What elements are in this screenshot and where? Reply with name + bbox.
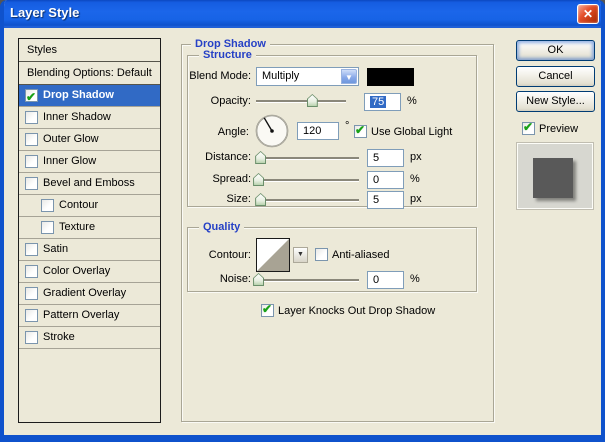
angle-input[interactable]: 120: [297, 122, 339, 140]
sidebar-item-inner-shadow[interactable]: Inner Shadow: [19, 107, 160, 129]
preview-layer-square: [533, 158, 573, 198]
structure-group-title: Structure: [199, 49, 256, 61]
opacity-value: 75: [370, 96, 387, 108]
distance-value: 5: [373, 152, 380, 164]
sidebar-item-blending-options-default[interactable]: Blending Options: Default: [19, 62, 160, 85]
sidebar-item-label: Blending Options: Default: [27, 67, 152, 79]
preview-thumbnail: [517, 143, 593, 209]
checkbox[interactable]: [25, 155, 38, 168]
use-global-light-label: Use Global Light: [371, 126, 453, 138]
spread-input[interactable]: 0: [367, 171, 404, 189]
angle-dial[interactable]: [254, 113, 290, 149]
angle-value: 120: [303, 125, 322, 137]
noise-label: Noise:: [219, 273, 251, 285]
cancel-button[interactable]: Cancel: [516, 66, 595, 87]
anti-aliased-checkbox[interactable]: [315, 248, 328, 261]
sidebar-item-label: Inner Glow: [43, 155, 97, 167]
sidebar-item-drop-shadow[interactable]: Drop Shadow: [19, 85, 160, 108]
blend-mode-label: Blend Mode:: [189, 70, 251, 82]
sidebar-item-outer-glow[interactable]: Outer Glow: [19, 129, 160, 151]
sidebar-item-label: Satin: [43, 243, 69, 255]
noise-value: 0: [373, 274, 380, 286]
styles-list: Styles Blending Options: Default Drop Shad…: [18, 38, 161, 423]
sidebar-item-contour[interactable]: Contour: [19, 195, 160, 217]
contour-linear-icon: [257, 239, 289, 271]
shadow-color-swatch[interactable]: [367, 68, 414, 86]
spread-slider[interactable]: [253, 173, 359, 186]
sidebar-item-label: Texture: [59, 221, 96, 233]
size-slider[interactable]: [255, 193, 359, 206]
sidebar-item-label: Bevel and Emboss: [43, 177, 135, 189]
checkbox[interactable]: [25, 87, 38, 108]
chevron-down-icon[interactable]: ▼: [341, 69, 357, 84]
sidebar-item-label: Styles: [27, 44, 57, 56]
layer-knocks-out-label: Layer Knocks Out Drop Shadow: [278, 305, 436, 317]
checkbox[interactable]: [25, 133, 38, 146]
blend-mode-dropdown[interactable]: Multiply ▼: [256, 67, 359, 86]
sidebar-item-color-overlay[interactable]: Color Overlay: [19, 261, 160, 283]
layer-style-dialog: Layer Style ✕ Styles Blending Options: De…: [0, 0, 605, 442]
opacity-input[interactable]: 75: [364, 93, 401, 111]
window-title: Layer Style: [10, 5, 80, 20]
use-global-light-checkbox[interactable]: [354, 123, 367, 138]
sidebar-item-label: Gradient Overlay: [43, 287, 127, 299]
distance-input[interactable]: 5: [367, 149, 404, 167]
sidebar-item-label: Outer Glow: [43, 133, 99, 145]
sidebar-item-label: Stroke: [43, 331, 75, 343]
distance-unit: px: [410, 151, 422, 163]
size-input[interactable]: 5: [367, 191, 404, 209]
quality-group-title: Quality: [199, 221, 245, 233]
spread-label: Spread:: [212, 173, 251, 185]
contour-dropdown-arrow-icon[interactable]: ▼: [293, 247, 308, 263]
distance-slider[interactable]: [255, 151, 359, 164]
sidebar-item-bevel-and-emboss[interactable]: Bevel and Emboss: [19, 173, 160, 195]
noise-unit: %: [410, 273, 420, 285]
contour-picker[interactable]: [256, 238, 290, 272]
close-icon[interactable]: ✕: [577, 4, 599, 24]
opacity-label: Opacity:: [210, 95, 251, 107]
sidebar-item-label: Color Overlay: [43, 265, 111, 277]
checkbox[interactable]: [25, 243, 38, 256]
sidebar-item-gradient-overlay[interactable]: Gradient Overlay: [19, 283, 160, 305]
sidebar-item-satin[interactable]: Satin: [19, 239, 160, 261]
ok-button[interactable]: OK: [516, 40, 595, 61]
noise-input[interactable]: 0: [367, 271, 404, 289]
spread-value: 0: [373, 174, 380, 186]
spread-unit: %: [410, 173, 420, 185]
distance-label: Distance:: [205, 151, 251, 163]
size-value: 5: [373, 194, 380, 206]
checkbox[interactable]: [41, 199, 54, 212]
angle-label: Angle:: [217, 126, 249, 138]
sidebar-item-styles[interactable]: Styles: [19, 39, 160, 62]
size-unit: px: [410, 193, 422, 205]
sidebar-item-label: Drop Shadow: [43, 89, 114, 101]
opacity-unit: %: [407, 95, 417, 107]
sidebar-item-pattern-overlay[interactable]: Pattern Overlay: [19, 305, 160, 327]
checkbox[interactable]: [41, 221, 54, 234]
size-label: Size:: [226, 193, 251, 205]
blend-mode-value: Multiply: [262, 70, 300, 82]
checkbox[interactable]: [25, 111, 38, 124]
sidebar-item-texture[interactable]: Texture: [19, 217, 160, 239]
noise-slider[interactable]: [253, 273, 359, 286]
preview-checkbox[interactable]: [522, 120, 535, 135]
new-style-button[interactable]: New Style...: [516, 91, 595, 112]
angle-unit: °: [345, 120, 350, 132]
title-bar[interactable]: Layer Style ✕: [4, 0, 601, 28]
layer-knocks-out-checkbox[interactable]: [261, 302, 274, 317]
checkbox[interactable]: [25, 331, 38, 344]
checkbox[interactable]: [25, 177, 38, 190]
checkbox[interactable]: [25, 309, 38, 322]
sidebar-item-label: Pattern Overlay: [43, 309, 120, 321]
anti-aliased-label: Anti-aliased: [332, 249, 390, 261]
preview-label: Preview: [539, 123, 579, 135]
checkbox[interactable]: [25, 287, 38, 300]
checkbox[interactable]: [25, 265, 38, 278]
sidebar-item-stroke[interactable]: Stroke: [19, 327, 160, 349]
sidebar-item-label: Contour: [59, 199, 99, 211]
sidebar-item-inner-glow[interactable]: Inner Glow: [19, 151, 160, 173]
opacity-slider[interactable]: [256, 94, 346, 107]
contour-label: Contour:: [208, 249, 251, 261]
sidebar-item-label: Inner Shadow: [43, 111, 111, 123]
